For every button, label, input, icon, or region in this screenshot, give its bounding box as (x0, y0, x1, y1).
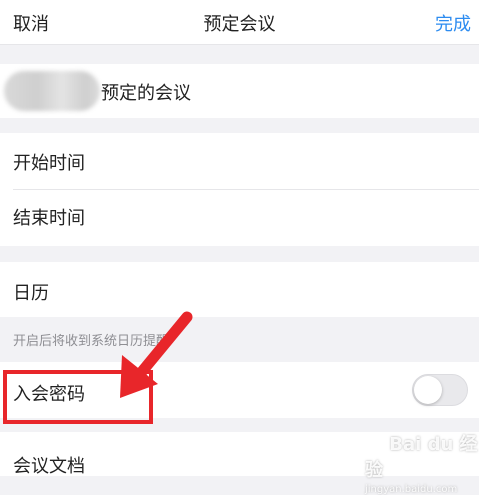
password-toggle[interactable] (412, 374, 468, 406)
start-time-row[interactable]: 开始时间 (0, 133, 479, 189)
start-time-label: 开始时间 (13, 153, 85, 174)
calendar-row[interactable]: 日历 (0, 262, 479, 317)
password-label: 入会密码 (13, 384, 85, 405)
paw-icon (366, 438, 382, 452)
watermark: Bai du 经验 jingyan.baidu.com (365, 430, 479, 495)
calendar-hint: 开启后将收到系统日历提醒 (13, 334, 170, 349)
blurred-username (4, 71, 100, 111)
end-time-label: 结束时间 (13, 208, 85, 229)
navigation-bar: 取消 预定会议 完成 (0, 0, 479, 45)
toggle-knob (414, 376, 442, 404)
meeting-document-label: 会议文档 (13, 456, 85, 477)
end-time-row[interactable]: 结束时间 (0, 190, 479, 246)
calendar-label: 日历 (13, 283, 49, 304)
page-title: 预定会议 (203, 14, 276, 35)
time-settings-group: 开始时间 结束时间 (0, 133, 479, 246)
done-button[interactable]: 完成 (435, 10, 471, 36)
meeting-topic-text: 预定的会议 (101, 83, 191, 104)
watermark-url: jingyan.baidu.com (365, 484, 458, 495)
password-row: 入会密码 (0, 362, 479, 418)
meeting-topic-field[interactable]: 预定的会议 (0, 64, 479, 118)
